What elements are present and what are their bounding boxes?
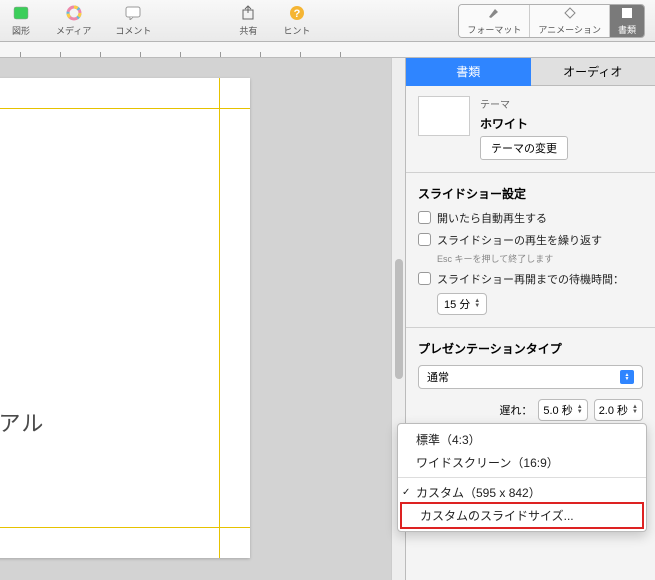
theme-thumbnail <box>418 96 470 136</box>
shape-icon <box>10 4 32 22</box>
wait-checkbox[interactable] <box>418 272 431 285</box>
svg-text:?: ? <box>293 8 300 20</box>
media-icon <box>63 4 85 22</box>
theme-label: テーマ <box>480 96 568 111</box>
popup-custom-size[interactable]: カスタムのスライドサイズ... <box>400 502 644 529</box>
toolbar: 図形 メディア コメント 共有 ? ヒント フォーマット アニメーション 書類 <box>0 0 655 42</box>
change-theme-button[interactable]: テーマの変更 <box>480 136 568 160</box>
presentation-type-select[interactable]: 通常 ▲▼ <box>418 365 643 389</box>
theme-name: ホワイト <box>480 115 568 132</box>
presentation-type-title: プレゼンテーションタイプ <box>418 340 643 357</box>
scrollbar-thumb[interactable] <box>395 259 403 379</box>
media-button[interactable]: メディア <box>56 4 91 37</box>
share-icon <box>237 4 259 22</box>
stepper-arrows-icon[interactable]: ▲▼ <box>632 405 638 415</box>
comment-button[interactable]: コメント <box>115 4 151 37</box>
share-button[interactable]: 共有 <box>237 4 259 37</box>
tab-audio[interactable]: オーディオ <box>531 58 655 86</box>
canvas[interactable]: マニュアル <box>0 58 391 580</box>
repeat-help: Esc キーを押して終了します <box>437 252 643 265</box>
autoplay-label: 開いたら自動再生する <box>437 210 547 226</box>
chevron-updown-icon: ▲▼ <box>620 370 634 384</box>
diamond-icon <box>563 7 577 23</box>
tab-document[interactable]: 書類 <box>406 58 531 86</box>
popup-standard[interactable]: 標準（4:3） <box>398 428 646 451</box>
repeat-checkbox[interactable] <box>418 233 431 246</box>
comment-icon <box>122 4 144 22</box>
format-tab[interactable]: フォーマット <box>459 5 530 37</box>
slide-size-popup: 標準（4:3） ワイドスクリーン（16:9） ✓カスタム（595 x 842） … <box>397 423 647 532</box>
ruler <box>0 42 655 58</box>
build-time-stepper[interactable]: 2.0 秒▲▼ <box>594 399 643 421</box>
shapes-button[interactable]: 図形 <box>10 4 32 37</box>
hint-button[interactable]: ? ヒント <box>283 4 310 37</box>
transition-time-stepper[interactable]: 5.0 秒▲▼ <box>538 399 587 421</box>
repeat-label: スライドショーの再生を繰り返す <box>437 232 602 248</box>
popup-custom[interactable]: ✓カスタム（595 x 842） <box>398 481 646 504</box>
checkmark-icon: ✓ <box>402 487 410 498</box>
document-tab[interactable]: 書類 <box>610 5 644 37</box>
delay-label: 遅れ： <box>499 402 532 418</box>
wait-label: スライドショー再開までの待機時間： <box>437 271 624 287</box>
slide-title-text[interactable]: マニュアル <box>0 406 44 438</box>
autoplay-checkbox[interactable] <box>418 211 431 224</box>
hint-icon: ? <box>286 4 308 22</box>
stepper-arrows-icon[interactable]: ▲▼ <box>474 299 480 309</box>
brush-icon <box>487 7 501 23</box>
inspector-segment: フォーマット アニメーション 書類 <box>458 4 645 38</box>
wait-time-stepper[interactable]: 15 分 ▲▼ <box>437 293 487 315</box>
stepper-arrows-icon[interactable]: ▲▼ <box>577 405 583 415</box>
slideshow-settings-title: スライドショー設定 <box>418 185 643 202</box>
slide[interactable]: マニュアル <box>0 78 250 558</box>
popup-wide[interactable]: ワイドスクリーン（16:9） <box>398 451 646 474</box>
doc-icon <box>620 7 634 23</box>
animation-tab[interactable]: アニメーション <box>530 5 610 37</box>
